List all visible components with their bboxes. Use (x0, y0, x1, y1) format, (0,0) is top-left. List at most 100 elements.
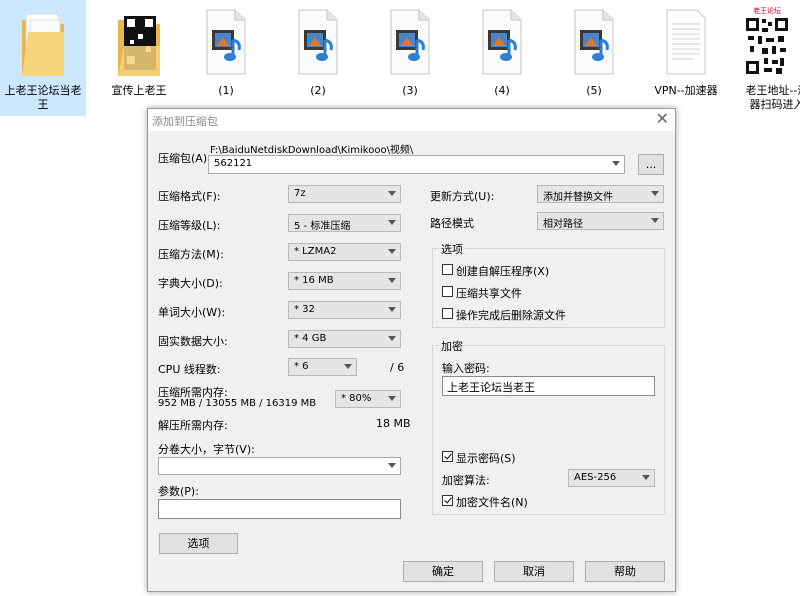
file-label: 上老王论坛当老 王 (4, 84, 82, 111)
checkbox-box[interactable] (442, 264, 453, 275)
word-label: 单词大小(W): (158, 306, 226, 319)
chevron-down-icon[interactable] (388, 336, 396, 341)
dict-value: * 16 MB (294, 275, 334, 286)
dialog-titlebar: 添加到压缩包 ✕ (148, 109, 675, 131)
format-value: 7z (294, 188, 306, 199)
path-mode-select[interactable]: 相对路径 (537, 212, 664, 230)
chevron-down-icon[interactable] (388, 278, 396, 283)
archive-name-combo[interactable]: 562121 (208, 155, 625, 174)
chevron-down-icon[interactable] (388, 249, 396, 254)
solid-label: 固实数据大小: (158, 335, 228, 348)
split-combo[interactable] (158, 457, 401, 475)
desktop-file-video-2[interactable]: (2) (275, 0, 361, 116)
method-label: 压缩方法(M): (158, 248, 224, 261)
chevron-down-icon[interactable] (388, 307, 396, 312)
memory-select[interactable]: * 80% (335, 390, 401, 408)
desktop-file-qr-image[interactable]: 老王论坛 老王地址--浏 器扫码进入 (730, 0, 800, 116)
desktop-file-qr-folder[interactable]: 宣传上老王 (96, 0, 182, 116)
chevron-down-icon[interactable] (651, 218, 659, 223)
cpu-select[interactable]: * 6 (288, 358, 357, 376)
encryption-group: 加密 输入密码: 上老王论坛当老王 显示密码(S) 加密算法: AES-256 … (432, 338, 665, 515)
chevron-down-icon[interactable] (651, 191, 659, 196)
solid-select[interactable]: * 4 GB (288, 330, 401, 348)
desktop-file-folder[interactable]: 上老王论坛当老 王 (0, 0, 86, 116)
sfx-checkbox-label: 创建自解压程序(X) (456, 265, 550, 278)
shared-checkbox-label: 压缩共享文件 (456, 287, 522, 300)
memory-value: * 80% (341, 393, 372, 404)
qr-caption: 老王论坛 (753, 7, 781, 15)
cpu-max: / 6 (390, 361, 405, 374)
method-value: * LZMA2 (294, 246, 337, 257)
archive-label: 压缩包(A) (158, 152, 208, 165)
dialog-title: 添加到压缩包 (152, 115, 218, 128)
update-select[interactable]: 添加并替换文件 (537, 185, 664, 203)
browse-button[interactable]: ... (638, 154, 664, 175)
chevron-down-icon[interactable] (612, 161, 620, 166)
desktop-file-video-5[interactable]: (5) (551, 0, 637, 116)
chevron-down-icon[interactable] (388, 463, 396, 468)
encryption-method-label: 加密算法: (442, 474, 490, 487)
options-group: 选项 创建自解压程序(X) 压缩共享文件 操作完成后删除源文件 (432, 241, 665, 328)
method-select[interactable]: * LZMA2 (288, 243, 401, 261)
desktop-file-video-1[interactable]: (1) (183, 0, 269, 116)
file-label: (3) (402, 84, 418, 97)
ok-button[interactable]: 确定 (403, 561, 483, 582)
folder-icon (20, 6, 66, 78)
encryption-group-title: 加密 (439, 338, 465, 354)
params-input[interactable] (158, 499, 401, 519)
file-label: (1) (218, 84, 234, 97)
chevron-down-icon[interactable] (642, 475, 650, 480)
level-select[interactable]: 5 - 标准压缩 (288, 214, 401, 232)
cpu-label: CPU 线程数: (158, 363, 221, 376)
checkbox-box[interactable] (442, 451, 453, 462)
desktop-file-video-3[interactable]: (3) (367, 0, 453, 116)
cancel-button[interactable]: 取消 (494, 561, 574, 582)
memory-detail: 952 MB / 13055 MB / 16319 MB (158, 398, 317, 409)
close-icon[interactable]: ✕ (656, 110, 669, 128)
add-to-archive-dialog: 添加到压缩包 ✕ 压缩包(A) F:\BaiduNetdiskDownload\… (147, 108, 676, 592)
file-label: (5) (586, 84, 602, 97)
video-file-icon (203, 6, 249, 78)
chevron-down-icon[interactable] (344, 364, 352, 369)
checkbox-box[interactable] (442, 308, 453, 319)
level-label: 压缩等级(L): (158, 219, 221, 232)
video-file-icon (295, 6, 341, 78)
solid-value: * 4 GB (294, 333, 327, 344)
encryption-method-select[interactable]: AES-256 (568, 469, 655, 487)
options-group-title: 选项 (439, 241, 465, 257)
word-select[interactable]: * 32 (288, 301, 401, 319)
chevron-down-icon[interactable] (388, 396, 396, 401)
word-value: * 32 (294, 304, 315, 315)
path-mode-label: 路径模式 (430, 217, 474, 230)
qr-folder-icon (116, 6, 162, 78)
archive-path: F:\BaiduNetdiskDownload\Kimikooo\视频\ (210, 145, 414, 156)
params-label: 参数(P): (158, 485, 199, 498)
level-value: 5 - 标准压缩 (294, 221, 351, 232)
path-mode-value: 相对路径 (543, 219, 583, 230)
text-document-icon (663, 6, 709, 78)
desktop-file-video-4[interactable]: (4) (459, 0, 545, 116)
help-button[interactable]: 帮助 (585, 561, 665, 582)
format-select[interactable]: 7z (288, 185, 401, 203)
checkbox-box[interactable] (442, 286, 453, 297)
qr-image-icon: 老王论坛 (744, 6, 790, 78)
password-input[interactable]: 上老王论坛当老王 (442, 376, 655, 396)
chevron-down-icon[interactable] (388, 191, 396, 196)
dict-select[interactable]: * 16 MB (288, 272, 401, 290)
decompress-value: 18 MB (376, 417, 411, 430)
encrypt-names-label: 加密文件名(N) (456, 496, 528, 509)
encryption-method-value: AES-256 (574, 472, 617, 483)
video-file-icon (479, 6, 525, 78)
file-label: VPN--加速器 (654, 84, 718, 97)
dict-label: 字典大小(D): (158, 277, 223, 290)
chevron-down-icon[interactable] (388, 220, 396, 225)
file-label: (4) (494, 84, 510, 97)
cpu-value: * 6 (294, 361, 309, 372)
desktop-file-vpn[interactable]: VPN--加速器 (643, 0, 729, 116)
split-label: 分卷大小，字节(V): (158, 443, 255, 456)
password-value: 上老王论坛当老王 (447, 381, 535, 394)
password-label: 输入密码: (442, 362, 490, 375)
options-button[interactable]: 选项 (159, 533, 238, 554)
video-file-icon (571, 6, 617, 78)
checkbox-box[interactable] (442, 495, 453, 506)
